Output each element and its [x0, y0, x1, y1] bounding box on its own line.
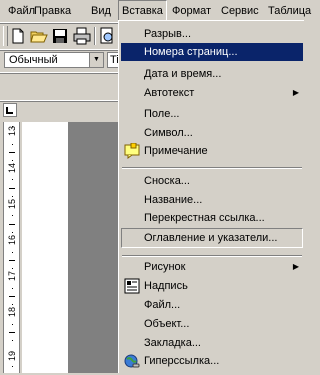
ruler-tick	[12, 160, 13, 161]
menu-item-file[interactable]: Файл...	[121, 296, 303, 314]
print-preview-icon[interactable]	[97, 26, 117, 46]
tab-selector[interactable]	[3, 103, 17, 117]
menu-item-hyperlink[interactable]: Гиперссылка...	[121, 352, 303, 370]
menu-item-picture[interactable]: Рисунок ▶	[121, 258, 303, 276]
ruler-number: 15	[7, 199, 17, 210]
submenu-arrow-icon: ▶	[292, 88, 299, 97]
ruler-tick	[9, 260, 15, 261]
menu-item-textbox[interactable]: Надпись	[121, 277, 303, 295]
document-background	[68, 122, 118, 373]
toolbar-separator	[0, 49, 118, 51]
menu-item-bookmark[interactable]: Закладка...	[121, 334, 303, 352]
ruler-tick	[12, 232, 13, 233]
ruler-tick	[12, 144, 13, 145]
menu-item-symbol[interactable]: Символ...	[121, 124, 303, 142]
menu-item-comment[interactable]: Примечание	[121, 142, 303, 160]
menu-item-page-numbers[interactable]: Номера страниц...	[121, 43, 303, 61]
ruler-number: 17	[7, 271, 17, 282]
style-value: Обычный	[9, 54, 58, 66]
hyperlink-icon	[124, 353, 140, 369]
submenu-arrow-icon: ▶	[292, 262, 299, 271]
new-document-icon[interactable]	[8, 26, 28, 46]
ruler-tick	[12, 304, 13, 305]
menu-view[interactable]: Вид	[91, 4, 111, 19]
menu-file[interactable]: Файл	[8, 4, 35, 19]
ruler-number: 13	[7, 126, 17, 137]
menu-item-object[interactable]: Объект...	[121, 315, 303, 333]
menu-item-toc-indexes[interactable]: Оглавление и указатели...	[121, 228, 303, 248]
comment-icon	[124, 142, 140, 159]
vertical-ruler[interactable]: 13 14 15 16 17 18 19	[3, 122, 20, 373]
ruler-number: 18	[7, 307, 17, 318]
style-combobox[interactable]: Обычный ▼	[4, 52, 104, 68]
toolbar-area	[0, 74, 118, 101]
chevron-down-icon[interactable]: ▼	[89, 53, 103, 67]
menu-separator	[122, 167, 302, 169]
menu-format[interactable]: Формат	[172, 4, 211, 19]
menu-tools[interactable]: Сервис	[221, 4, 259, 19]
menu-item-date-time[interactable]: Дата и время...	[121, 65, 303, 83]
print-icon[interactable]	[72, 26, 92, 46]
ruler-tick	[12, 215, 13, 216]
ruler-tick	[12, 288, 13, 289]
toolbar-separator	[0, 100, 118, 102]
menu-table[interactable]: Таблица	[268, 4, 311, 19]
menu-item-break[interactable]: Разрыв...	[121, 25, 303, 43]
menu-insert[interactable]: Вставка	[118, 0, 167, 21]
ruler-number: 14	[7, 163, 17, 174]
ruler-number: 19	[7, 351, 17, 362]
open-folder-icon[interactable]	[29, 26, 49, 46]
toolbar-divider	[94, 27, 96, 45]
menu-separator	[122, 255, 302, 257]
insert-menu: Разрыв... Номера страниц... Дата и время…	[118, 20, 304, 373]
ruler-tick	[9, 224, 15, 225]
document-page[interactable]	[22, 122, 68, 373]
ruler-tick	[12, 268, 13, 269]
menu-item-footnote[interactable]: Сноска...	[121, 172, 303, 190]
standard-toolbar	[0, 24, 118, 48]
ruler-tick	[12, 179, 13, 180]
ruler-number: 16	[7, 235, 17, 246]
menu-bar: Файл Правка Вид Вставка Формат Сервис Та…	[0, 0, 311, 21]
ruler-tick	[9, 296, 15, 297]
save-icon[interactable]	[50, 26, 70, 46]
menu-edit[interactable]: Правка	[34, 4, 71, 19]
menu-item-caption[interactable]: Название...	[121, 191, 303, 209]
menu-item-cross-reference[interactable]: Перекрестная ссылка...	[121, 209, 303, 227]
menu-item-field[interactable]: Поле...	[121, 105, 303, 123]
ruler-tick	[9, 152, 15, 153]
menu-item-autotext[interactable]: Автотекст ▶	[121, 84, 303, 102]
ruler-tick	[12, 324, 13, 325]
ruler-tick	[12, 366, 13, 367]
ruler-tick	[9, 332, 15, 333]
ruler-tick	[9, 188, 15, 189]
ruler-tick	[12, 196, 13, 197]
ruler-tick	[12, 252, 13, 253]
ruler-tick	[12, 340, 13, 341]
textbox-icon	[124, 278, 140, 294]
